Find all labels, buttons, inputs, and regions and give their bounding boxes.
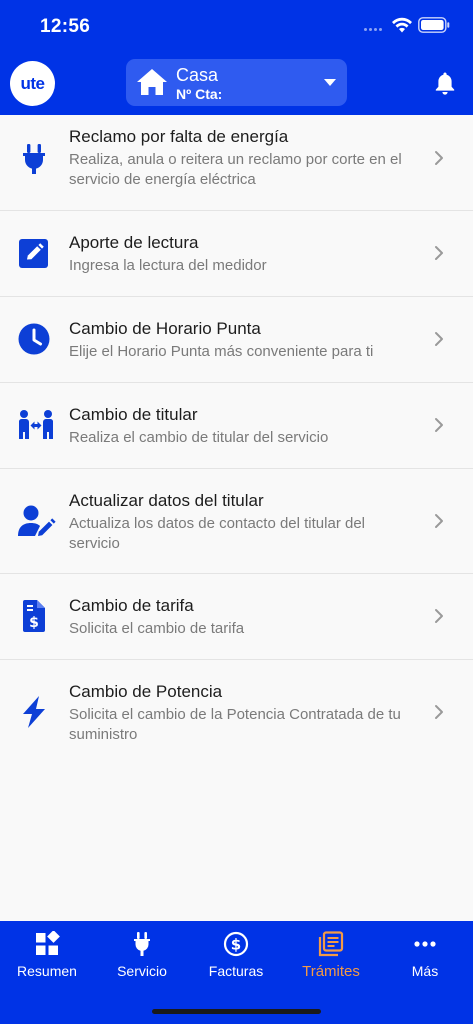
item-title: Cambio de Potencia — [69, 682, 223, 701]
more-icon — [414, 941, 436, 947]
bell-icon[interactable] — [434, 71, 456, 95]
people-transfer-icon — [19, 410, 53, 439]
home-icon — [137, 69, 167, 95]
edit-icon — [19, 239, 48, 268]
tab-facturas[interactable]: $ Facturas — [189, 931, 283, 981]
item-description: Actualiza los datos de contacto del titu… — [69, 515, 366, 552]
list-item-cambio-tarifa[interactable]: $ Cambio de tarifa Solicita el cambio de… — [0, 574, 473, 660]
wifi-icon — [392, 17, 412, 33]
clock-icon — [18, 323, 50, 355]
item-title: Cambio de Horario Punta — [69, 319, 261, 338]
status-time: 12:56 — [40, 16, 91, 37]
item-description: Elije el Horario Punta más conveniente p… — [69, 343, 374, 360]
app-header: ute Casa Nº Cta: — [0, 52, 473, 115]
invoice-dollar-icon: $ — [23, 600, 45, 632]
item-title: Actualizar datos del titular — [69, 491, 264, 510]
tab-label: Facturas — [208, 963, 264, 979]
signal-icon — [364, 28, 386, 32]
item-title: Aporte de lectura — [69, 233, 199, 252]
item-description: Realiza, anula o reitera un reclamo por … — [69, 151, 402, 188]
tab-servicio[interactable]: Servicio — [95, 931, 189, 981]
home-indicator — [152, 1009, 321, 1014]
battery-icon — [418, 17, 450, 33]
item-title: Cambio de tarifa — [69, 596, 194, 615]
tab-label: Servicio — [117, 963, 167, 979]
tramites-list: Reclamo por falta de energía Realiza, an… — [0, 115, 473, 765]
list-item-horario-punta[interactable]: Cambio de Horario Punta Elije el Horario… — [0, 297, 473, 383]
chevron-right-icon — [435, 332, 443, 346]
documents-icon — [318, 931, 344, 957]
status-bar: 12:56 — [0, 0, 473, 52]
chevron-down-icon — [324, 79, 336, 86]
chevron-right-icon — [435, 705, 443, 719]
item-title: Cambio de titular — [69, 405, 198, 424]
tab-label: Resumen — [17, 963, 77, 979]
user-edit-icon — [18, 505, 56, 536]
dollar-circle-icon: $ — [223, 931, 249, 957]
item-description: Realiza el cambio de titular del servici… — [69, 429, 329, 446]
tab-tramites[interactable]: Trámites — [284, 931, 378, 981]
tab-resumen[interactable]: Resumen — [0, 931, 94, 981]
account-number: Nº Cta: — [176, 86, 223, 102]
list-item-lectura[interactable]: Aporte de lectura Ingresa la lectura del… — [0, 211, 473, 297]
tab-label: Trámites — [302, 963, 360, 980]
plug-icon — [23, 144, 45, 174]
list-item-cambio-titular[interactable]: Cambio de titular Realiza el cambio de t… — [0, 383, 473, 469]
list-item-actualizar-datos[interactable]: Actualizar datos del titular Actualiza l… — [0, 469, 473, 574]
plug-icon — [134, 932, 150, 956]
item-description: Ingresa la lectura del medidor — [69, 257, 267, 274]
account-name: Casa — [176, 65, 219, 85]
chevron-right-icon — [435, 418, 443, 432]
chevron-right-icon — [435, 151, 443, 165]
ute-logo: ute — [10, 61, 55, 106]
svg-text:$: $ — [29, 615, 39, 631]
svg-text:$: $ — [231, 936, 241, 954]
tab-mas[interactable]: Más — [378, 931, 472, 981]
item-description: Solicita el cambio de la Potencia Contra… — [69, 706, 401, 743]
chevron-right-icon — [435, 246, 443, 260]
account-selector[interactable]: Casa Nº Cta: — [126, 59, 347, 106]
bolt-icon — [23, 696, 45, 728]
chevron-right-icon — [435, 609, 443, 623]
item-title: Reclamo por falta de energía — [69, 127, 289, 146]
list-item-reclamo[interactable]: Reclamo por falta de energía Realiza, an… — [0, 115, 473, 211]
chevron-right-icon — [435, 514, 443, 528]
item-description: Solicita el cambio de tarifa — [69, 620, 245, 637]
tab-label: Más — [411, 963, 439, 979]
dashboard-icon — [36, 931, 60, 955]
list-item-cambio-potencia[interactable]: Cambio de Potencia Solicita el cambio de… — [0, 660, 473, 765]
